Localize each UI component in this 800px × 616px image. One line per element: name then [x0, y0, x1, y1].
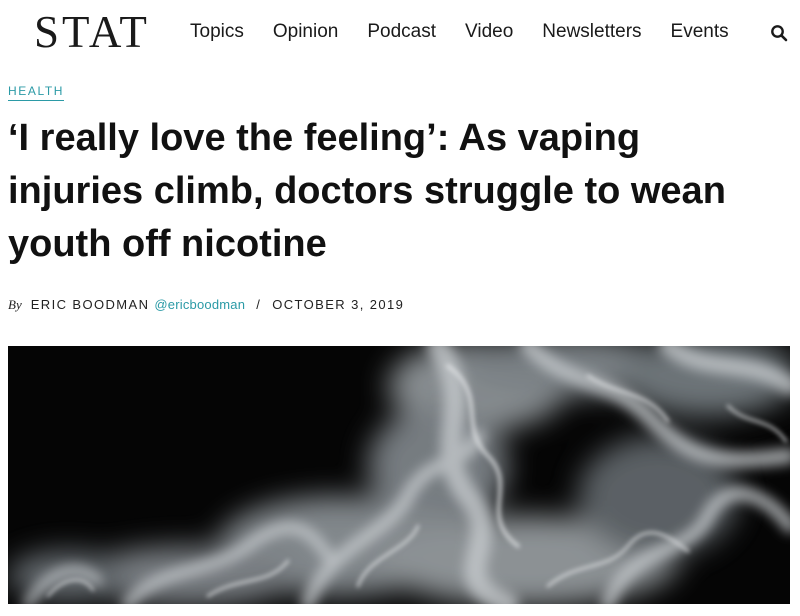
vapor-smoke-image [8, 346, 790, 604]
nav-item-events[interactable]: Events [671, 20, 729, 44]
category-link[interactable]: HEALTH [8, 84, 65, 101]
publish-date: OCTOBER 3, 2019 [272, 297, 405, 312]
main-nav: Topics Opinion Podcast Video Newsletters… [190, 20, 729, 44]
nav-item-newsletters[interactable]: Newsletters [542, 20, 641, 44]
byline-separator: / [256, 297, 262, 312]
author-twitter-link[interactable]: @ericboodman [154, 297, 245, 312]
site-header: STAT Topics Opinion Podcast Video Newsle… [0, 0, 800, 64]
nav-item-topics[interactable]: Topics [190, 20, 244, 44]
byline: By ERIC BOODMAN @ericboodman / OCTOBER 3… [8, 297, 404, 313]
search-icon[interactable] [770, 24, 788, 42]
nav-item-video[interactable]: Video [465, 20, 513, 44]
nav-item-podcast[interactable]: Podcast [367, 20, 436, 44]
article-headline: ‘I really love the feeling’: As vaping i… [8, 117, 726, 265]
site-logo[interactable]: STAT [34, 6, 150, 58]
hero-image [8, 346, 790, 604]
nav-item-opinion[interactable]: Opinion [273, 20, 339, 44]
author-link[interactable]: ERIC BOODMAN [31, 297, 150, 312]
byline-prefix: By [8, 297, 22, 312]
